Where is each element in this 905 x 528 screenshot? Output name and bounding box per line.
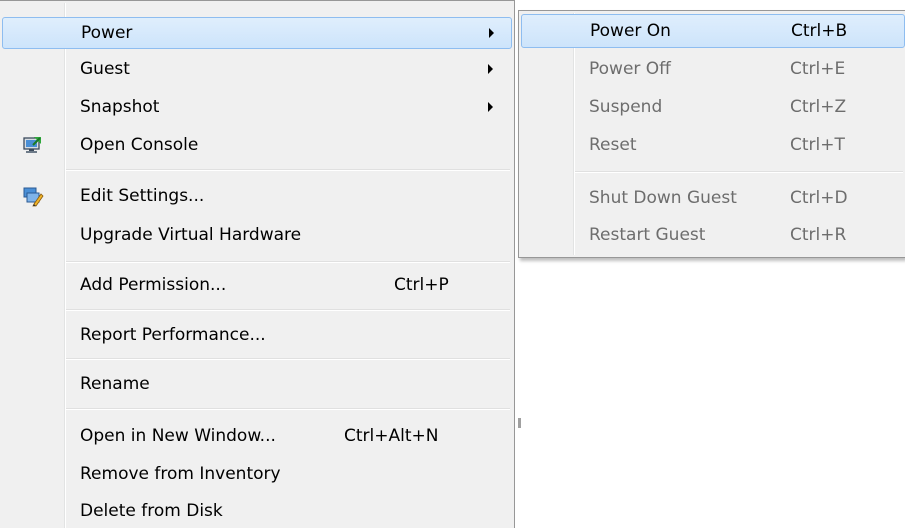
menu-item-label: Report Performance... [80,325,266,345]
menu-separator [66,358,510,360]
submenu-item-label: Power On [590,21,671,41]
menu-item-label: Edit Settings... [80,186,205,206]
submenu-item-shut-down-guest[interactable]: Shut Down Guest Ctrl+D [521,181,905,215]
vm-context-menu: Power Guest Snapshot Open Console Edit S… [0,0,515,528]
submenu-item-label: Restart Guest [589,225,706,245]
submenu-item-shortcut: Ctrl+D [790,188,848,208]
submenu-item-suspend[interactable]: Suspend Ctrl+Z [521,90,905,124]
submenu-item-label: Power Off [589,59,671,79]
menu-item-power[interactable]: Power [2,17,512,49]
submenu-arrow-icon [488,64,493,74]
submenu-item-label: Reset [589,135,637,155]
menu-item-rename[interactable]: Rename [2,368,512,400]
menu-separator [66,169,510,171]
submenu-item-reset[interactable]: Reset Ctrl+T [521,128,905,162]
submenu-arrow-icon [489,28,494,38]
menu-item-report-performance[interactable]: Report Performance... [2,319,512,351]
menu-item-open-console[interactable]: Open Console [2,129,512,161]
edit-settings-icon [22,185,44,207]
menu-item-guest[interactable]: Guest [2,53,512,85]
submenu-item-power-off[interactable]: Power Off Ctrl+E [521,52,905,86]
menu-separator [66,408,510,410]
menu-separator [66,261,510,263]
menu-item-shortcut: Ctrl+Alt+N [344,426,439,446]
submenu-arrow-icon [488,102,493,112]
menu-item-label: Snapshot [80,97,160,117]
menu-item-label: Rename [80,374,150,394]
menu-item-upgrade-virtual-hardware[interactable]: Upgrade Virtual Hardware [2,219,512,251]
submenu-item-power-on[interactable]: Power On Ctrl+B [521,14,905,48]
menu-item-add-permission[interactable]: Add Permission... Ctrl+P [2,269,512,301]
menu-item-label: Delete from Disk [80,501,223,521]
submenu-item-shortcut: Ctrl+Z [790,97,847,117]
submenu-item-restart-guest[interactable]: Restart Guest Ctrl+R [521,218,905,252]
background-window-mark [518,418,521,428]
menu-item-label: Guest [80,59,130,79]
menu-item-label: Add Permission... [80,275,227,295]
menu-item-label: Upgrade Virtual Hardware [80,225,302,245]
menu-item-label: Power [81,23,133,43]
menu-item-shortcut: Ctrl+P [394,275,449,295]
menu-item-delete-from-disk[interactable]: Delete from Disk [2,495,512,527]
menu-item-label: Open in New Window... [80,426,276,446]
submenu-item-shortcut: Ctrl+E [790,59,846,79]
submenu-item-shortcut: Ctrl+B [791,21,848,41]
menu-item-remove-from-inventory[interactable]: Remove from Inventory [2,458,512,490]
menu-separator [66,309,510,311]
submenu-separator [575,171,903,173]
menu-item-label: Remove from Inventory [80,464,281,484]
power-submenu: Power On Ctrl+B Power Off Ctrl+E Suspend… [518,10,905,258]
submenu-item-label: Shut Down Guest [589,188,737,208]
menu-item-edit-settings[interactable]: Edit Settings... [2,180,512,212]
submenu-item-shortcut: Ctrl+T [790,135,845,155]
submenu-item-label: Suspend [589,97,663,117]
menu-item-open-in-new-window[interactable]: Open in New Window... Ctrl+Alt+N [2,420,512,452]
menu-item-label: Open Console [80,135,199,155]
submenu-item-shortcut: Ctrl+R [790,225,847,245]
menu-item-snapshot[interactable]: Snapshot [2,91,512,123]
console-icon [22,134,44,156]
